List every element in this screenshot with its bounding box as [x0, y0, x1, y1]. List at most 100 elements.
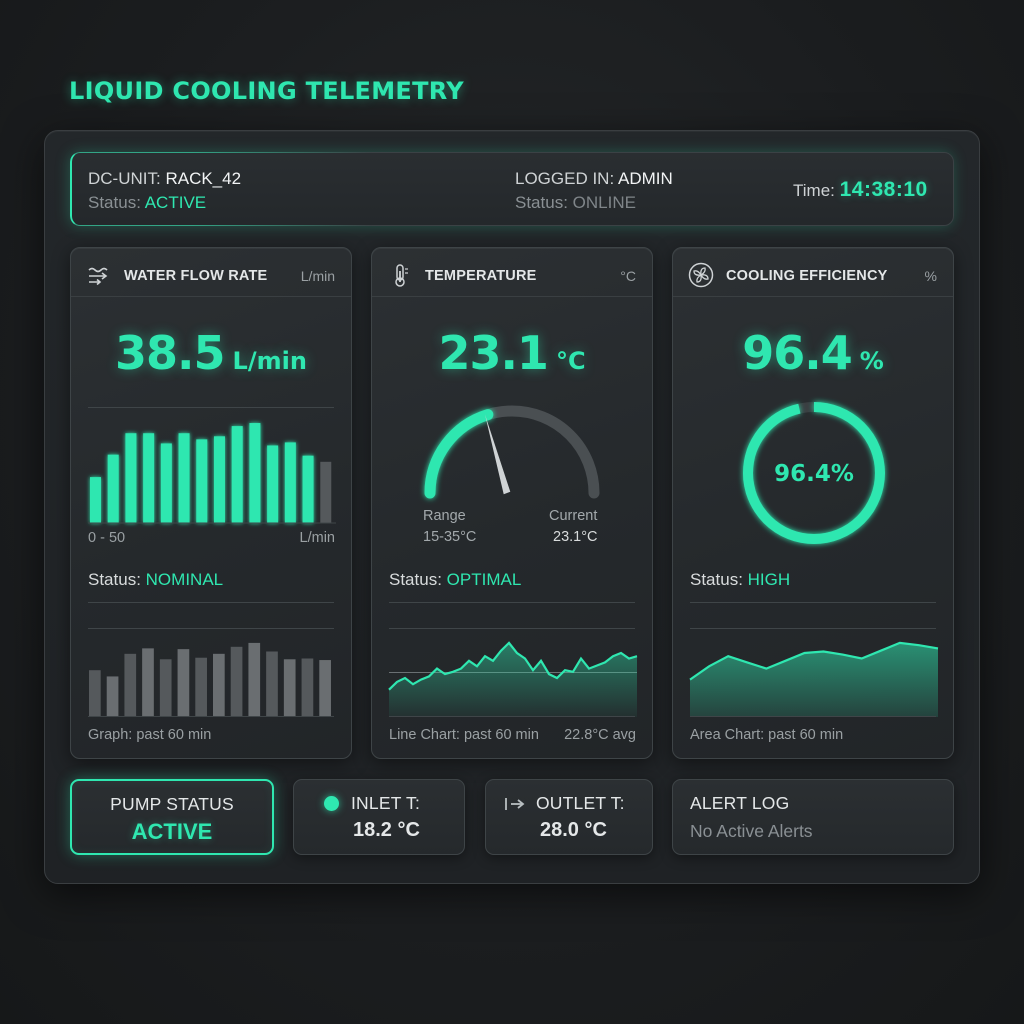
- temperature-avg: 22.8°C avg: [564, 727, 636, 743]
- flow-bar: [160, 443, 172, 523]
- gauge-range-label: Range: [423, 508, 466, 524]
- history-bar: [266, 651, 278, 717]
- flow-bar: [284, 442, 296, 523]
- outlet-temp-tile[interactable]: OUTLET T: 28.0 °C: [485, 779, 653, 855]
- flow-bar: [249, 423, 261, 523]
- login-status-value: ONLINE: [572, 193, 636, 212]
- divider: [88, 407, 334, 408]
- flow-bar: [267, 445, 279, 523]
- history-bar: [213, 653, 225, 717]
- flow-bar-chart: [88, 423, 336, 524]
- pump-status-value: ACTIVE: [131, 819, 213, 844]
- flow-bar: [196, 439, 208, 523]
- temperature-gauge: [424, 405, 600, 499]
- alert-log-tile[interactable]: ALERT LOG No Active Alerts: [672, 779, 954, 855]
- temperature-value-unit: °C: [555, 347, 586, 375]
- history-bar: [177, 649, 190, 717]
- efficiency-status-label: Status:: [690, 570, 743, 589]
- flow-range-unit: L/min: [299, 530, 335, 546]
- water-flow-value-unit: L/min: [232, 347, 307, 375]
- outlet-temp-value: 28.0 °C: [540, 819, 607, 841]
- history-bar: [230, 646, 243, 717]
- gauge-track: [424, 405, 600, 499]
- arrow-right-icon: [505, 798, 525, 810]
- inlet-temp-tile[interactable]: INLET T: 18.2 °C: [293, 779, 465, 855]
- header-bar: DC-UNIT: RACK_42 Status: ACTIVE LOGGED I…: [70, 152, 954, 226]
- divider: [88, 602, 334, 603]
- unit-status-value: ACTIVE: [144, 193, 207, 212]
- inlet-temp-label: INLET T:: [351, 793, 421, 813]
- history-bar: [124, 653, 137, 717]
- login-status-label: Status:: [515, 193, 568, 212]
- history-bar: [283, 659, 296, 717]
- temperature-status-label: Status:: [389, 570, 442, 589]
- temperature-status: Status: OPTIMAL: [389, 570, 521, 590]
- temperature-title: TEMPERATURE: [425, 268, 537, 284]
- flow-bar: [231, 426, 243, 523]
- login-value: ADMIN: [617, 169, 673, 188]
- history-bar: [159, 659, 172, 717]
- fan-icon: [688, 262, 714, 288]
- water-flow-title: WATER FLOW RATE: [124, 268, 268, 284]
- gauge-current-value: 23.1°C: [553, 529, 598, 545]
- temperature-value: 23.1 °C: [372, 326, 652, 380]
- water-flow-value: 38.5 L/min: [71, 326, 351, 380]
- flow-bar-current: [320, 461, 332, 523]
- divider: [88, 628, 334, 629]
- login-label: LOGGED IN:: [515, 169, 615, 188]
- pump-status-tile[interactable]: PUMP STATUS ACTIVE: [70, 779, 274, 855]
- history-bar: [142, 648, 154, 717]
- thermometer-icon: [395, 264, 408, 287]
- flow-bar: [90, 477, 101, 523]
- unit-status-label: Status:: [88, 193, 141, 212]
- history-bar: [106, 676, 119, 717]
- efficiency-title: COOLING EFFICIENCY: [726, 268, 888, 284]
- clock: Time: 14:38:10: [793, 178, 928, 202]
- flow-caption: Graph: past 60 min: [88, 727, 212, 743]
- efficiency-caption: Area Chart: past 60 min: [690, 727, 844, 743]
- flow-history-chart: [89, 642, 331, 717]
- login-info: LOGGED IN: ADMIN: [515, 169, 673, 189]
- water-flow-number: 38.5: [115, 326, 225, 380]
- efficiency-area-fill: [690, 642, 938, 717]
- history-bar: [89, 670, 101, 717]
- time-value: 14:38:10: [839, 178, 928, 201]
- temperature-unit: °C: [620, 268, 636, 284]
- history-bar: [195, 657, 207, 717]
- flow-bar: [178, 433, 190, 523]
- efficiency-value-unit: %: [859, 347, 884, 375]
- flow-bar: [107, 454, 119, 523]
- gauge-fill: [424, 409, 494, 499]
- efficiency-number: 96.4: [742, 326, 852, 380]
- temperature-caption: Line Chart: past 60 min: [389, 727, 539, 743]
- cooling-efficiency-card: COOLING EFFICIENCY % 96.4% 96.4% Status:…: [672, 247, 954, 759]
- alert-log-value: No Active Alerts: [690, 821, 813, 841]
- gauge-needle: [484, 414, 511, 495]
- temperature-number: 23.1: [438, 326, 548, 380]
- water-flow-icon: [88, 267, 108, 286]
- flow-status-value: NOMINAL: [145, 570, 224, 589]
- efficiency-status-value: HIGH: [747, 570, 791, 589]
- temperature-area-fill: [389, 642, 637, 717]
- ring-label: 96.4%: [774, 461, 854, 487]
- divider: [690, 602, 936, 603]
- divider: [690, 628, 936, 629]
- divider: [389, 628, 635, 629]
- divider: [88, 716, 334, 717]
- efficiency-unit: %: [924, 268, 937, 284]
- time-label: Time:: [793, 181, 835, 200]
- efficiency-value: 96.4%: [673, 326, 953, 380]
- login-status: Status: ONLINE: [515, 193, 636, 213]
- efficiency-area-chart: [689, 641, 939, 717]
- efficiency-status: Status: HIGH: [690, 570, 790, 590]
- unit-label: DC-UNIT:: [88, 169, 161, 188]
- flow-bar: [302, 455, 314, 523]
- history-bar: [301, 658, 314, 717]
- history-bar: [319, 660, 331, 717]
- flow-status: Status: NOMINAL: [88, 570, 223, 590]
- gauge-current-label: Current: [549, 508, 598, 524]
- flow-bar: [214, 436, 225, 523]
- alert-log-label: ALERT LOG: [690, 793, 790, 813]
- flow-bar: [125, 433, 137, 523]
- unit-status: Status: ACTIVE: [88, 193, 206, 213]
